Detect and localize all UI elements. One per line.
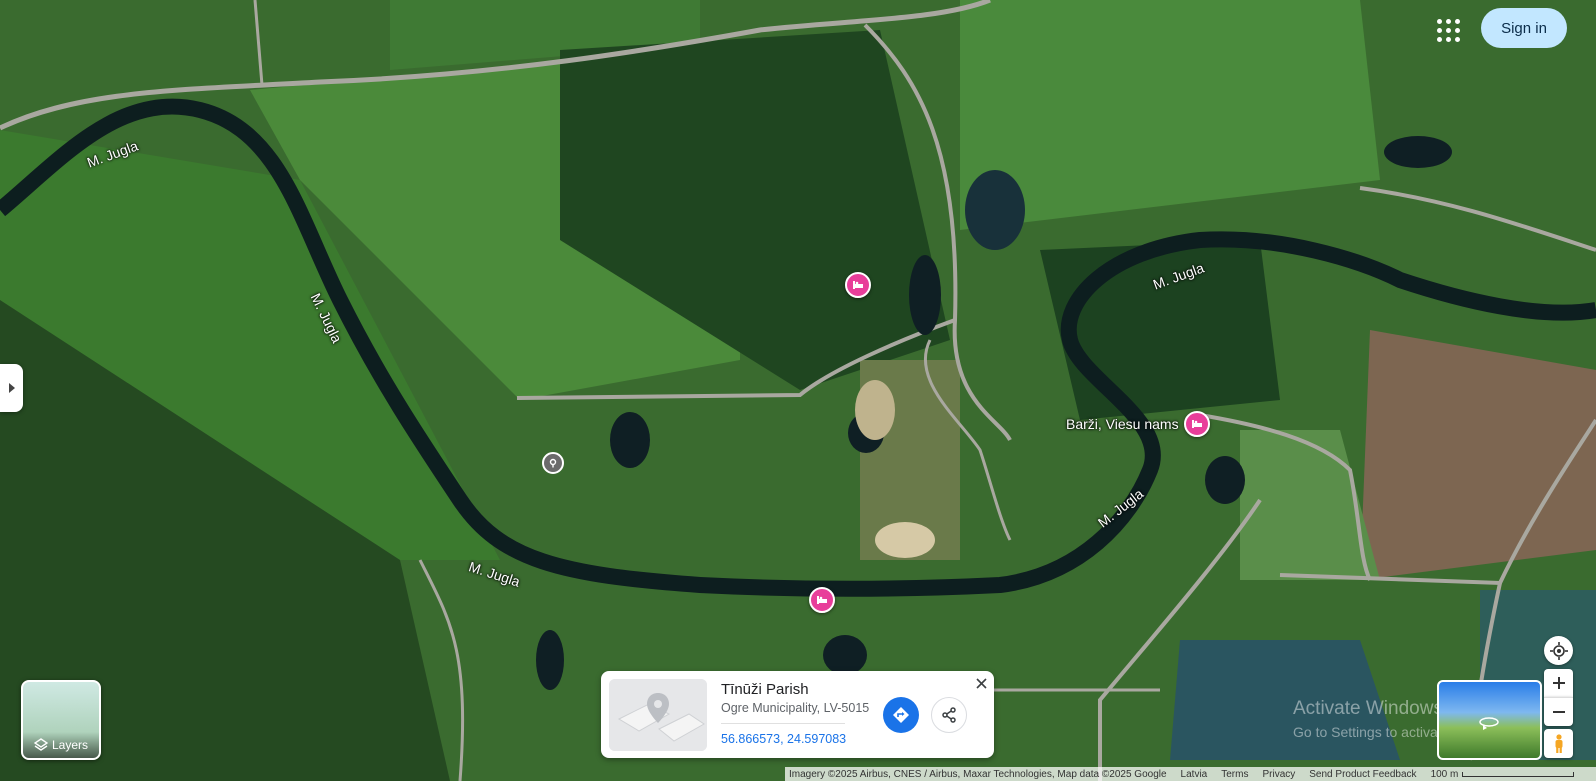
rotate-360-icon: [1479, 717, 1499, 730]
activation-watermark: Activate Windows: [1293, 698, 1443, 719]
street-view-pegman-button[interactable]: [1544, 729, 1573, 758]
privacy-link[interactable]: Privacy: [1262, 769, 1295, 780]
map-footer: Imagery ©2025 Airbus, CNES / Airbus, Max…: [785, 767, 1596, 781]
place-subtitle: Ogre Municipality, LV-5015: [721, 701, 870, 715]
place-info-card[interactable]: Tīnūži Parish Ogre Municipality, LV-5015…: [601, 671, 994, 758]
satellite-map[interactable]: [0, 0, 1596, 781]
scale-label: 100 m: [1430, 768, 1459, 780]
imagery-attribution: Imagery ©2025 Airbus, CNES / Airbus, Max…: [789, 768, 1167, 780]
sign-in-button[interactable]: Sign in: [1481, 8, 1567, 48]
zoom-out-button[interactable]: [1544, 697, 1573, 726]
lodging-marker-icon[interactable]: [1184, 411, 1210, 437]
zoom-in-button[interactable]: [1544, 669, 1573, 697]
lodging-marker-icon[interactable]: [845, 272, 871, 298]
share-icon: [942, 707, 956, 723]
layers-icon: [33, 738, 48, 751]
close-icon: [975, 677, 987, 689]
minus-icon: [1552, 711, 1565, 713]
lodging-marker-icon[interactable]: [809, 587, 835, 613]
pegman-icon: [1555, 733, 1562, 753]
poi-label[interactable]: Barži, Viesu nams: [1066, 416, 1179, 432]
apps-grid-icon[interactable]: [1432, 14, 1464, 46]
scale-line: [1462, 771, 1575, 777]
street-view-thumbnail[interactable]: [1437, 680, 1542, 760]
send-feedback-link[interactable]: Send Product Feedback: [1309, 769, 1416, 780]
chevron-right-icon: [8, 383, 15, 393]
my-location-icon: [1549, 641, 1568, 660]
expand-side-panel-button[interactable]: [0, 364, 23, 412]
layers-button[interactable]: Layers: [21, 680, 101, 760]
directions-icon: [893, 707, 909, 723]
divider: [721, 723, 845, 724]
scale-bar[interactable]: 100 m: [1431, 769, 1575, 780]
share-button[interactable]: [931, 697, 967, 733]
my-location-button[interactable]: [1544, 636, 1573, 665]
layers-label: Layers: [51, 738, 89, 752]
country-link[interactable]: Latvia: [1181, 769, 1208, 780]
place-thumbnail[interactable]: [609, 679, 707, 751]
directions-button[interactable]: [883, 697, 919, 733]
plus-icon: [1552, 677, 1565, 689]
close-button[interactable]: [972, 674, 990, 692]
coordinates-link[interactable]: 56.866573, 24.597083: [721, 732, 846, 746]
terms-link[interactable]: Terms: [1221, 769, 1248, 780]
dropped-pin-icon[interactable]: [542, 452, 564, 474]
place-title: Tīnūži Parish: [721, 681, 809, 698]
